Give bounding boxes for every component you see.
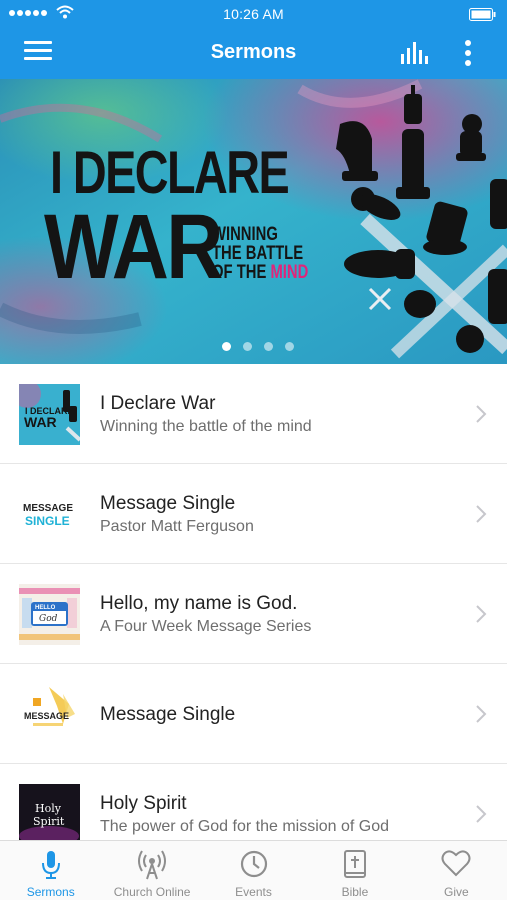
thumbnail-text: Spirit: [33, 815, 65, 828]
tab-events[interactable]: Events: [203, 841, 304, 900]
broadcast-icon: [138, 850, 167, 880]
thumbnail-text: MESSAGE: [23, 503, 73, 514]
holy-spirit-artwork: Holy Spirit: [19, 784, 80, 840]
bible-icon: [343, 850, 366, 878]
tab-label: Church Online: [113, 885, 191, 899]
tab-church-online[interactable]: Church Online: [101, 841, 202, 900]
status-bar: 10:26 AM: [0, 0, 507, 28]
clock-icon: [240, 850, 267, 878]
thumbnail-text: MESSAGE: [24, 711, 69, 721]
sermon-list-item[interactable]: I DECLARE WAR I Declare War Winning the …: [0, 364, 507, 464]
sermon-subtitle: Pastor Matt Ferguson: [100, 518, 254, 535]
banner-subtitle: WINNING THE BATTLE OF THE MIND: [212, 225, 308, 282]
sermon-thumbnail: HELLO God: [19, 584, 80, 645]
banner-subtitle-line-3: OF THE MIND: [212, 263, 308, 282]
carousel-dot-3[interactable]: [263, 342, 273, 351]
battery-icon: [469, 8, 496, 21]
sermon-title: I Declare War: [100, 393, 216, 414]
chevron-right-icon: [476, 605, 487, 623]
i-declare-war-artwork: I DECLARE WAR: [19, 384, 80, 445]
tab-give[interactable]: Give: [406, 841, 507, 900]
sermon-thumbnail: I DECLARE WAR: [19, 384, 80, 445]
tab-label: Events: [235, 885, 272, 899]
thumbnail-text: WAR: [24, 414, 57, 430]
banner-title-line-2: WAR: [44, 196, 223, 298]
message-single-gold-artwork: MESSAGE: [19, 684, 80, 745]
thumbnail-text: Holy: [35, 802, 62, 815]
banner-subtitle-of-the: OF THE: [212, 262, 271, 283]
carousel-dot-4[interactable]: [284, 342, 294, 351]
app-header: 10:26 AM Sermons: [0, 0, 507, 79]
thumbnail-text: SINGLE: [25, 514, 70, 528]
tab-label: Sermons: [26, 885, 75, 899]
carousel-page-indicator: [0, 342, 507, 351]
sermon-title: Holy Spirit: [100, 793, 187, 814]
bottom-tab-bar: Sermons Church Online Events Bible Give: [0, 840, 507, 900]
sermon-thumbnail: MESSAGE SINGLE: [19, 484, 80, 545]
sermon-subtitle: The power of God for the mission of God: [100, 818, 390, 835]
status-time: 10:26 AM: [223, 6, 284, 22]
sermon-list-item[interactable]: Holy Spirit Holy Spirit The power of God…: [0, 764, 507, 840]
tab-sermons[interactable]: Sermons: [0, 841, 101, 900]
sermon-list-item[interactable]: MESSAGE Message Single: [0, 664, 507, 764]
microphone-icon: [41, 851, 60, 879]
page-title: Sermons: [210, 41, 297, 63]
sermon-title: Message Single: [100, 493, 236, 514]
banner-subtitle-mind: MIND: [270, 262, 309, 283]
more-options-icon[interactable]: [460, 40, 476, 68]
sermon-list-item[interactable]: HELLO God Hello, my name is God. A Four …: [0, 564, 507, 664]
audio-levels-icon[interactable]: [400, 40, 430, 66]
chevron-right-icon: [476, 505, 487, 523]
sermon-title: Hello, my name is God.: [100, 593, 298, 614]
tab-bible[interactable]: Bible: [304, 841, 405, 900]
sermon-title: Message Single: [100, 704, 236, 725]
message-single-artwork: MESSAGE SINGLE: [19, 484, 80, 545]
tab-label: Bible: [341, 885, 369, 899]
banner-subtitle-line-1: WINNING: [212, 224, 278, 245]
chevron-right-icon: [476, 805, 487, 823]
banner-subtitle-line-2: THE BATTLE: [212, 243, 304, 264]
chevron-right-icon: [476, 705, 487, 723]
featured-series-banner[interactable]: I DECLARE WAR WINNING THE BATTLE OF THE …: [0, 79, 507, 364]
tab-label: Give: [443, 885, 469, 899]
chevron-right-icon: [476, 405, 487, 423]
carousel-dot-2[interactable]: [242, 342, 252, 351]
navigation-bar: Sermons: [0, 28, 507, 79]
thumbnail-text: HELLO: [35, 605, 56, 611]
heart-icon: [441, 850, 471, 877]
hello-my-name-is-god-artwork: HELLO God: [19, 584, 80, 645]
carousel-dot-1[interactable]: [221, 342, 231, 351]
thumbnail-text: God: [39, 614, 58, 624]
sermon-list: I DECLARE WAR I Declare War Winning the …: [0, 364, 507, 840]
sermon-subtitle: A Four Week Message Series: [100, 618, 312, 635]
banner-title-line-1: I DECLARE: [50, 139, 290, 206]
sermon-list-item[interactable]: MESSAGE SINGLE Message Single Pastor Mat…: [0, 464, 507, 564]
sermon-subtitle: Winning the battle of the mind: [100, 418, 312, 435]
sermon-thumbnail: MESSAGE: [19, 684, 80, 745]
sermon-thumbnail: Holy Spirit: [19, 784, 80, 840]
